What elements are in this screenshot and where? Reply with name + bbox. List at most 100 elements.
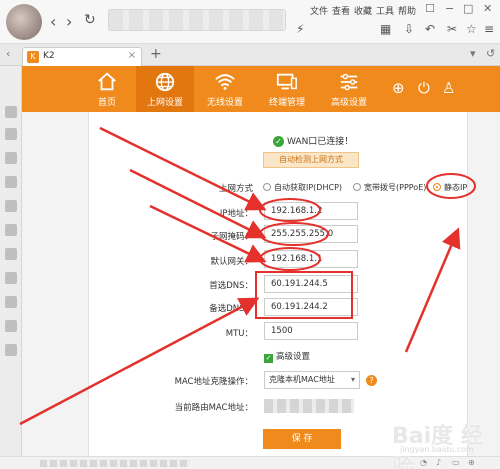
nav-label: 首页 [97,98,116,108]
nav-label: 上网设置 [146,98,183,108]
sidebar-app-icon[interactable] [5,344,17,356]
nav-label: 高级设置 [330,98,367,108]
ip-address-input[interactable]: 192.168.1.2 [264,202,358,220]
mode-label: 上网方式 [218,184,253,194]
scissors-icon[interactable]: ✂ [447,22,457,36]
sidebar-app-icon[interactable] [5,296,17,308]
radio-pppoe-label: 宽带拨号(PPPoE) [364,183,427,192]
router-header: 首页 上网设置 无线设置 终端管理 高级设置 ⊕ ⏻ ♙ [22,66,500,112]
advanced-label: 高级设置 [276,352,311,362]
nav-internet-settings[interactable]: 上网设置 [136,66,194,112]
gateway-label: 默认网关： [210,257,253,267]
wan-status-text: WAN口已连接！ [287,137,354,147]
sidebar-app-icon[interactable] [5,248,17,260]
devices-icon [276,73,297,90]
check-icon: ✓ [273,136,284,147]
tab-restore-icon[interactable]: ↺ [486,47,495,60]
apps-icon[interactable]: ▦ [380,22,391,36]
radio-pppoe[interactable]: 宽带拨号(PPPoE) [353,182,426,193]
tab-k2[interactable]: K K2 × [22,47,142,66]
mac-clone-label: MAC地址克隆操作： [174,377,253,387]
refresh-icon[interactable]: ↻ [84,12,96,28]
sidebar-app-icon[interactable] [5,128,17,140]
chevron-down-icon: ▾ [350,375,355,384]
save-button[interactable]: 保 存 [263,429,341,449]
home-icon [98,72,116,91]
address-bar[interactable] [108,9,286,31]
power-icon[interactable]: ⏻ [418,79,430,97]
current-mac-value-redacted [264,399,354,413]
user-avatar[interactable] [6,4,42,40]
radio-dot [353,183,361,191]
radio-dhcp[interactable]: 自动获取IP(DHCP) [263,182,342,193]
nav-label: 终端管理 [268,98,305,108]
globe-icon [155,72,175,92]
lightning-icon[interactable]: ⚡ [296,22,304,36]
status-text-redacted [40,460,190,467]
menu-favorites[interactable]: 收藏 [354,4,372,17]
sidebar-app-icon[interactable] [5,224,17,236]
sidebar-app-icon[interactable] [5,106,17,118]
menu-help[interactable]: 帮助 [398,4,416,17]
menu-view[interactable]: 查看 [332,4,350,17]
baidu-watermark: Bai度 经验 [392,424,483,469]
checkbox-checked-icon: ✓ [264,354,273,363]
undo-icon[interactable]: ↶ [425,22,435,36]
radio-dhcp-label: 自动获取IP(DHCP) [274,183,343,192]
favorites-icon[interactable]: ☆ [466,22,477,36]
auto-detect-button[interactable]: 自动检测上网方式 [263,152,359,168]
mac-clone-select[interactable]: 克隆本机MAC地址 ▾ [264,371,360,389]
mac-clone-value: 克隆本机MAC地址 [269,375,335,384]
sidebar-app-icon[interactable] [5,272,17,284]
sliders-icon [340,73,358,91]
sidebar-app-icon[interactable] [5,200,17,212]
router-favicon-icon: K [27,51,39,63]
tab-list-icon[interactable]: ▾ [470,47,476,60]
ip-label: IP地址： [219,209,253,219]
back-icon[interactable]: ‹ [50,12,56,31]
radio-static-ip-label: 静态IP [444,183,468,192]
tab-scroll-left-icon[interactable]: ‹ [6,47,10,60]
radio-dot [263,183,271,191]
wifi-icon [215,74,235,90]
browser-toolbar: ‹ › ↻ 文件 查看 收藏 工具 帮助 ☐ − □ ✕ ⚡ ▦ ⇩ ↶ ✂ ☆… [0,0,500,44]
new-tab-icon[interactable]: + [150,46,162,62]
skin-icon[interactable]: ☐ [425,2,435,15]
nav-label: 无线设置 [206,98,243,108]
nav-advanced-settings[interactable]: 高级设置 [320,66,378,112]
tab-close-icon[interactable]: × [128,50,136,61]
mtu-label: MTU： [225,329,253,339]
menu-more-icon[interactable]: ≡ [484,22,494,36]
maximize-icon[interactable]: □ [463,2,473,15]
dns1-label: 首选DNS： [209,281,253,291]
radio-static-ip[interactable]: 静态IP [433,182,467,193]
dns1-input[interactable]: 60.191.244.5 [264,275,358,293]
menu-tools[interactable]: 工具 [376,4,394,17]
download-icon[interactable]: ⇩ [404,22,414,36]
nav-home[interactable]: 首页 [78,66,136,112]
minimize-icon[interactable]: − [445,2,454,15]
sidebar-app-icon[interactable] [5,320,17,332]
sidebar-app-icon[interactable] [5,176,17,188]
advanced-checkbox[interactable]: ✓ 高级设置 [264,350,310,363]
baidu-watermark-url: jingyan.baidu.com [400,445,474,454]
dns2-label: 备选DNS： [209,304,253,314]
close-window-icon[interactable]: ✕ [483,2,492,15]
plus-icon[interactable]: ⊕ [392,79,405,97]
menu-file[interactable]: 文件 [310,4,328,17]
dns2-input[interactable]: 60.191.244.2 [264,298,358,316]
wan-status: ✓ WAN口已连接！ [273,134,353,147]
tab-title: K2 [43,51,55,61]
settings-panel: ✓ WAN口已连接！ 自动检测上网方式 上网方式 自动获取IP(DHCP) 宽带拨… [88,112,468,456]
subnet-mask-input[interactable]: 255.255.255.0 [264,225,358,243]
nav-wireless-settings[interactable]: 无线设置 [196,66,254,112]
mtu-input[interactable]: 1500 [264,322,358,340]
gateway-input[interactable]: 192.168.1.1 [264,250,358,268]
forward-icon[interactable]: › [66,12,72,31]
user-icon[interactable]: ♙ [442,79,455,97]
browser-sidebar [0,66,22,456]
help-icon[interactable]: ? [366,375,377,386]
nav-device-management[interactable]: 终端管理 [258,66,316,112]
sidebar-app-icon[interactable] [5,152,17,164]
tab-bar: ‹ K K2 × + ▾ ↺ [0,44,500,66]
